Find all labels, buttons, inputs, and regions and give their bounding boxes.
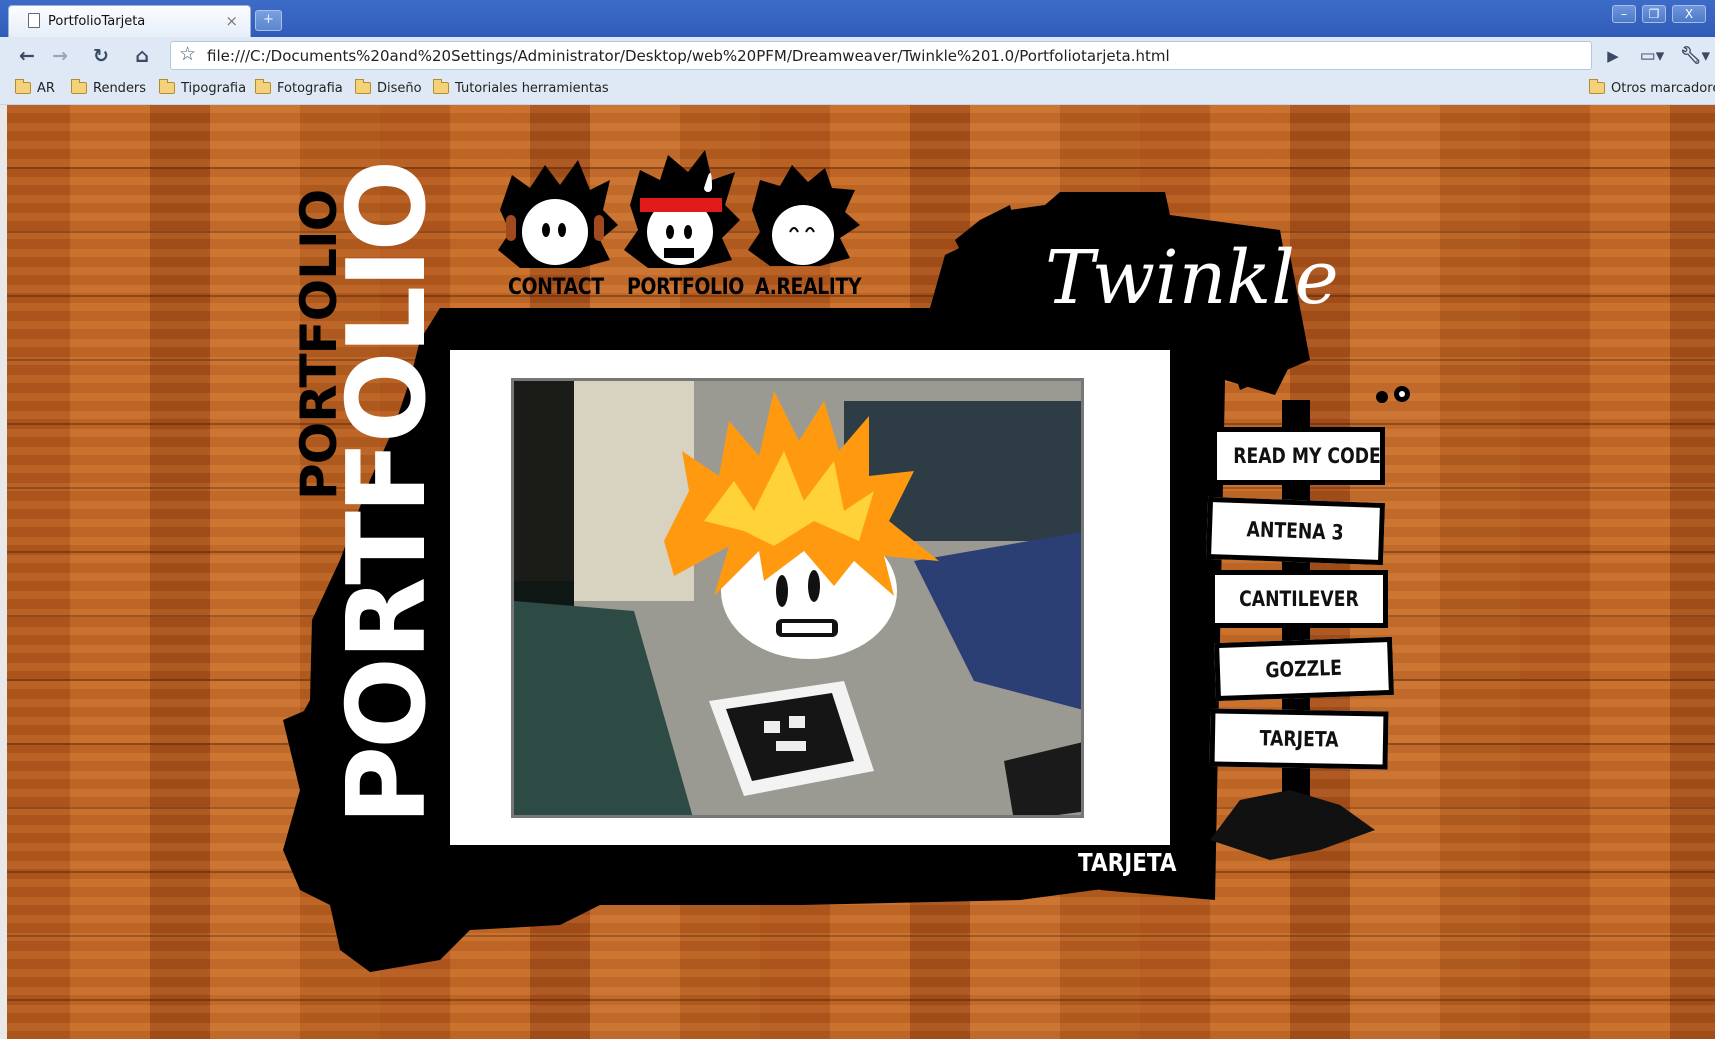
vertical-title-big: PORTFOLIO <box>325 162 450 825</box>
nav-contact-link[interactable]: CONTACT <box>508 275 604 300</box>
sign-read-my-code[interactable]: READ MY CODE <box>1212 427 1385 485</box>
nav-areality-link[interactable]: A.REALITY <box>755 275 862 300</box>
character-areality-icon <box>748 165 860 266</box>
ar-camera-image <box>511 378 1084 818</box>
character-portfolio-icon <box>624 150 740 268</box>
browser-window: PortfolioTarjeta × + – ❐ X ← → ↻ ⌂ ☆ ▶ ▭… <box>0 0 1715 1039</box>
section-label: TARJETA <box>1078 848 1177 877</box>
sign-gozzle[interactable]: GOZZLE <box>1214 636 1394 702</box>
sign-cantilever[interactable]: CANTILEVER <box>1210 570 1388 628</box>
sign-tarjeta[interactable]: TARJETA <box>1209 708 1389 770</box>
brand-logo: Twinkle <box>1045 235 1339 321</box>
sign-antena-3[interactable]: ANTENA 3 <box>1205 496 1386 566</box>
ar-scene-illustration <box>514 381 1081 815</box>
character-contact-icon <box>498 160 618 268</box>
nav-portfolio-link[interactable]: PORTFOLIO <box>627 275 744 300</box>
